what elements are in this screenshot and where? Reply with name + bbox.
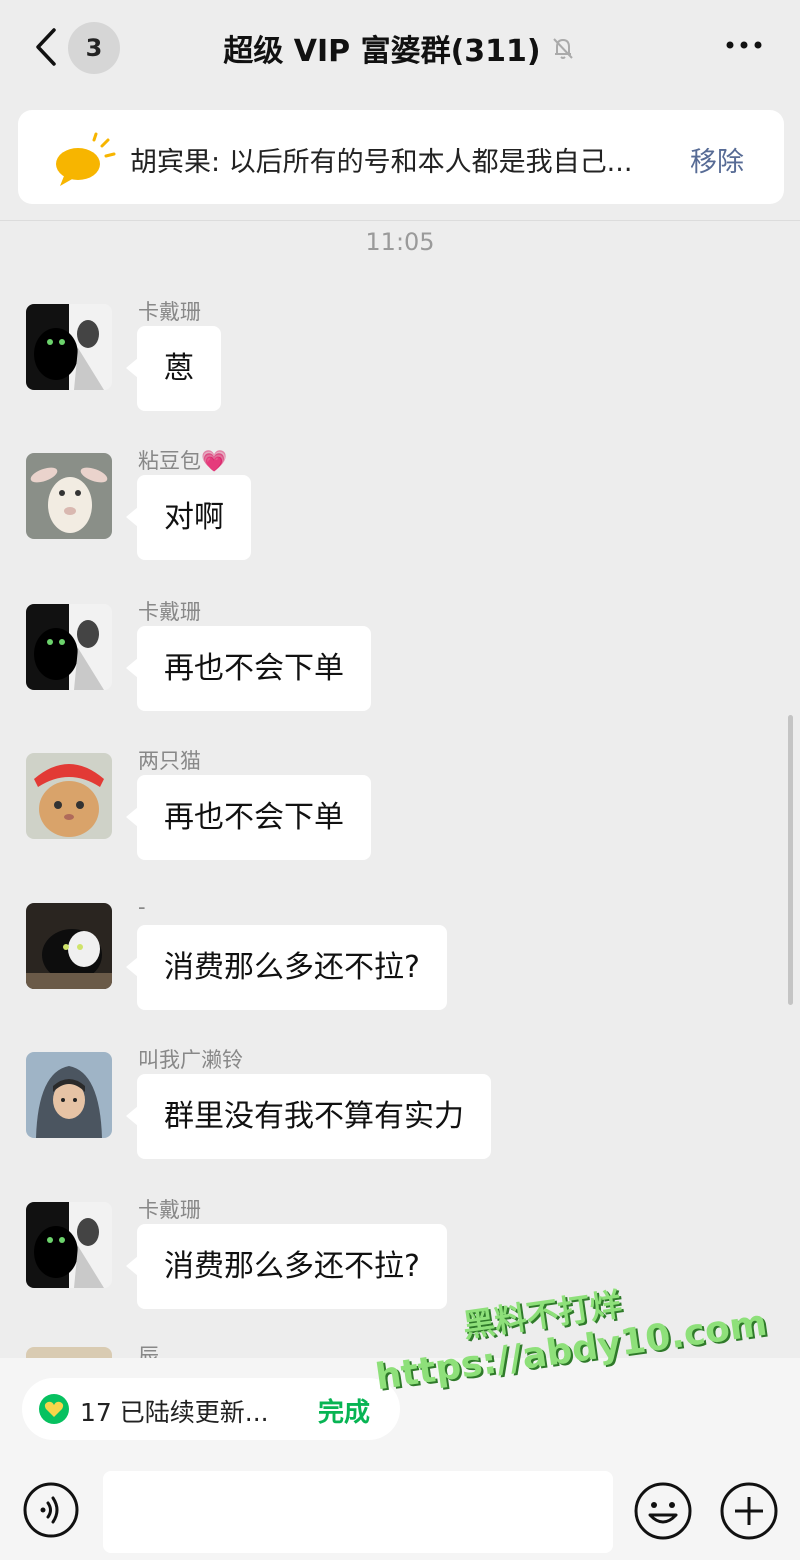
avatar[interactable] — [26, 453, 112, 539]
message-bubble[interactable]: 蒽 — [126, 326, 221, 411]
message-bubble[interactable]: 再也不会下单 — [126, 775, 371, 860]
message-item: 卡戴珊 蒽 — [0, 296, 800, 416]
emoji-icon[interactable] — [633, 1481, 693, 1541]
sender-name: 卡戴珊 — [138, 300, 201, 324]
avatar[interactable] — [26, 1202, 112, 1288]
chat-title: 超级 VIP 富婆群(311) — [223, 34, 541, 69]
message-item: 粘豆包💗 对啊 — [0, 445, 800, 565]
message-bubble[interactable]: 群里没有我不算有实力 — [126, 1074, 491, 1159]
pinned-message-bar[interactable]: 胡宾果: 以后所有的号和本人都是我自己... 移除 — [18, 110, 784, 204]
message-item: 两只猫 再也不会下单 — [0, 745, 800, 865]
message-bubble[interactable]: 对啊 — [126, 475, 251, 560]
unread-count-badge[interactable]: 3 — [68, 22, 120, 74]
sender-name: 叫我广濑铃 — [138, 1048, 243, 1072]
message-bubble[interactable]: 再也不会下单 — [126, 626, 371, 711]
sender-name: 卡戴珊 — [138, 1198, 201, 1222]
heart-chat-icon — [39, 1394, 69, 1424]
update-notice-pill[interactable]: 17 已陆续更新... 完成 — [22, 1378, 400, 1440]
chat-header: 3 超级 VIP 富婆群(311) — [0, 0, 800, 96]
pinned-message-text: 胡宾果: 以后所有的号和本人都是我自己... — [130, 147, 633, 178]
message-item: 叫我广濑铃 群里没有我不算有实力 — [0, 1044, 800, 1164]
update-notice-text: 17 已陆续更新... — [80, 1398, 269, 1427]
message-item: 卡戴珊 再也不会下单 — [0, 596, 800, 716]
pinned-chat-icon — [56, 132, 116, 186]
message-item: 卡戴珊 消费那么多还不拉? — [0, 1194, 800, 1314]
message-bubble[interactable]: 消费那么多还不拉? — [126, 1224, 447, 1309]
plus-icon[interactable] — [719, 1481, 779, 1541]
message-input[interactable] — [103, 1471, 613, 1553]
avatar[interactable] — [26, 304, 112, 390]
message-bubble[interactable]: 消费那么多还不拉? — [126, 925, 447, 1010]
remove-pin-button[interactable]: 移除 — [690, 140, 744, 179]
avatar[interactable] — [26, 604, 112, 690]
avatar[interactable] — [26, 753, 112, 839]
mute-bell-icon — [552, 38, 573, 59]
header-divider — [0, 220, 800, 221]
more-options-icon[interactable] — [722, 30, 766, 60]
chat-title-wrap: 超级 VIP 富婆群(311) — [150, 26, 650, 70]
sender-name: - — [138, 895, 146, 919]
message-timestamp: 11:05 — [365, 228, 435, 256]
done-button[interactable]: 完成 — [318, 1392, 370, 1429]
scrollbar[interactable] — [788, 715, 793, 1005]
message-item: - 消费那么多还不拉? — [0, 895, 800, 1015]
voice-input-icon[interactable] — [22, 1481, 80, 1539]
back-icon[interactable] — [30, 24, 64, 70]
avatar[interactable] — [26, 903, 112, 989]
sender-name: 卡戴珊 — [138, 600, 201, 624]
avatar[interactable] — [26, 1052, 112, 1138]
sender-name: 粘豆包💗 — [138, 449, 228, 473]
sender-name: 两只猫 — [138, 749, 201, 773]
